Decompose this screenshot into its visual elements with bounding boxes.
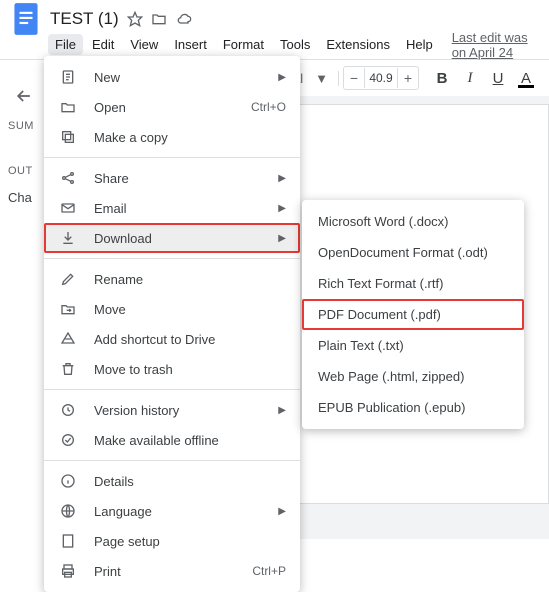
menu-extensions[interactable]: Extensions — [319, 34, 397, 55]
copy-icon — [58, 129, 78, 145]
menu-label: Make available offline — [94, 433, 286, 448]
docs-logo[interactable] — [10, 0, 42, 39]
menu-label: Download — [94, 231, 278, 246]
globe-icon — [58, 503, 78, 519]
menu-trash[interactable]: Move to trash — [44, 354, 300, 384]
menu-label: Print — [94, 564, 252, 579]
share-icon — [58, 170, 78, 186]
folder-move-icon — [58, 301, 78, 317]
download-rtf[interactable]: Rich Text Format (.rtf) — [302, 268, 524, 299]
menu-label: Share — [94, 171, 278, 186]
download-html[interactable]: Web Page (.html, zipped) — [302, 361, 524, 392]
download-submenu: Microsoft Word (.docx) OpenDocument Form… — [302, 200, 524, 429]
menu-move[interactable]: Move — [44, 294, 300, 324]
menu-details[interactable]: Details — [44, 466, 300, 496]
history-icon — [58, 402, 78, 418]
page-setup-icon — [58, 533, 78, 549]
shortcut-label: Ctrl+O — [251, 100, 286, 114]
text-color-button[interactable]: A — [513, 65, 539, 91]
cloud-status-icon[interactable] — [175, 11, 193, 27]
chevron-right-icon: ▶ — [278, 506, 286, 517]
shortcut-label: Ctrl+P — [252, 564, 286, 578]
menu-rename[interactable]: Rename — [44, 264, 300, 294]
menu-download[interactable]: Download ▶ — [44, 223, 300, 253]
star-icon[interactable] — [127, 11, 143, 27]
outline-heading: OUT — [8, 165, 33, 177]
download-pdf[interactable]: PDF Document (.pdf) — [302, 299, 524, 330]
menu-label: Email — [94, 201, 278, 216]
menu-format[interactable]: Format — [216, 34, 271, 55]
menu-offline[interactable]: Make available offline — [44, 425, 300, 455]
folder-open-icon — [58, 99, 78, 115]
menu-view[interactable]: View — [123, 34, 165, 55]
file-menu-dropdown: New ▶ Open Ctrl+O Make a copy Share ▶ Em… — [44, 56, 300, 592]
download-epub[interactable]: EPUB Publication (.epub) — [302, 392, 524, 423]
menu-edit[interactable]: Edit — [85, 34, 121, 55]
chevron-right-icon: ▶ — [278, 72, 286, 83]
document-icon — [58, 69, 78, 85]
menu-label: Move to trash — [94, 362, 286, 377]
download-txt[interactable]: Plain Text (.txt) — [302, 330, 524, 361]
bold-button[interactable]: B — [429, 65, 455, 91]
menu-label: Page setup — [94, 534, 286, 549]
menu-label: Version history — [94, 403, 278, 418]
summary-heading: SUM — [8, 120, 34, 132]
menu-help[interactable]: Help — [399, 34, 440, 55]
download-docx[interactable]: Microsoft Word (.docx) — [302, 206, 524, 237]
menu-insert[interactable]: Insert — [167, 34, 214, 55]
increase-button[interactable]: + — [398, 67, 418, 89]
outline-item[interactable]: Cha — [8, 190, 32, 205]
pencil-icon — [58, 271, 78, 287]
menu-new[interactable]: New ▶ — [44, 62, 300, 92]
menu-add-shortcut[interactable]: Add shortcut to Drive — [44, 324, 300, 354]
menu-language[interactable]: Language ▶ — [44, 496, 300, 526]
decrease-button[interactable]: − — [344, 67, 364, 89]
menu-label: New — [94, 70, 278, 85]
document-title[interactable]: TEST (1) — [50, 9, 119, 29]
chevron-down-icon: ▼ — [315, 71, 328, 86]
move-folder-icon[interactable] — [151, 11, 167, 27]
menu-open[interactable]: Open Ctrl+O — [44, 92, 300, 122]
italic-button[interactable]: I — [457, 65, 483, 91]
last-edit-link[interactable]: Last edit was on April 24 — [452, 30, 539, 60]
email-icon — [58, 200, 78, 216]
chevron-right-icon: ▶ — [278, 405, 286, 416]
menu-print[interactable]: Print Ctrl+P — [44, 556, 300, 586]
drive-shortcut-icon — [58, 331, 78, 347]
info-icon — [58, 473, 78, 489]
menu-label: Open — [94, 100, 251, 115]
menu-version-history[interactable]: Version history ▶ — [44, 395, 300, 425]
menu-tools[interactable]: Tools — [273, 34, 317, 55]
menu-label: Language — [94, 504, 278, 519]
back-icon[interactable] — [14, 86, 34, 111]
chevron-right-icon: ▶ — [278, 203, 286, 214]
download-odt[interactable]: OpenDocument Format (.odt) — [302, 237, 524, 268]
menu-label: Move — [94, 302, 286, 317]
menu-label: Rename — [94, 272, 286, 287]
underline-button[interactable]: U — [485, 65, 511, 91]
menu-page-setup[interactable]: Page setup — [44, 526, 300, 556]
menu-label: Add shortcut to Drive — [94, 332, 286, 347]
font-size-control: − 40.9 + — [343, 66, 419, 90]
download-icon — [58, 230, 78, 246]
menu-share[interactable]: Share ▶ — [44, 163, 300, 193]
chevron-right-icon: ▶ — [278, 233, 286, 244]
print-icon — [58, 563, 78, 579]
menu-file[interactable]: File — [48, 34, 83, 55]
offline-icon — [58, 432, 78, 448]
menu-label: Make a copy — [94, 130, 286, 145]
menu-email[interactable]: Email ▶ — [44, 193, 300, 223]
menu-label: Details — [94, 474, 286, 489]
trash-icon — [58, 361, 78, 377]
font-size-value[interactable]: 40.9 — [364, 68, 398, 88]
menu-make-copy[interactable]: Make a copy — [44, 122, 300, 152]
chevron-right-icon: ▶ — [278, 173, 286, 184]
